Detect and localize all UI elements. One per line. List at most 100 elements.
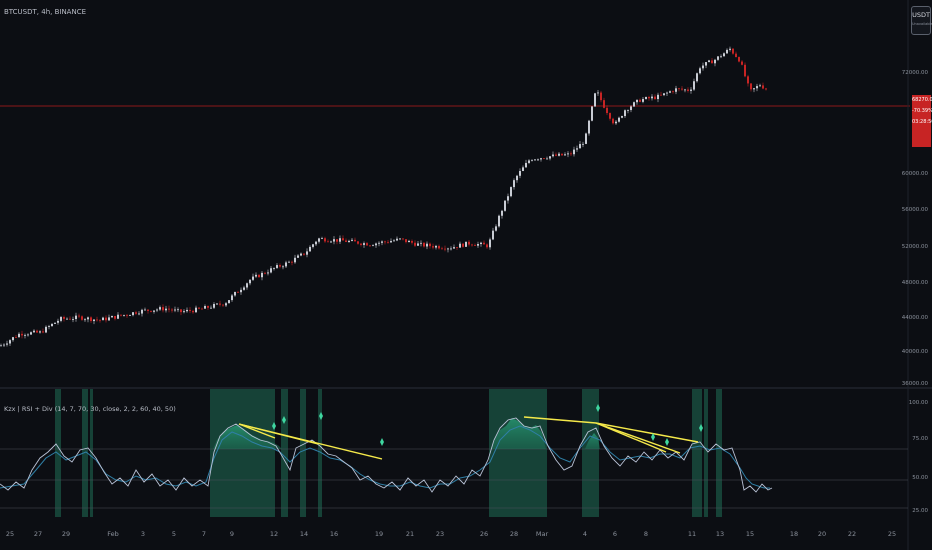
time-axis-label: 8	[643, 530, 649, 538]
candle-body	[600, 92, 602, 101]
candle-body	[156, 309, 158, 311]
rsi-line	[0, 417, 773, 493]
candle-body	[645, 96, 647, 100]
time-axis-label: 20	[817, 530, 827, 538]
candle-body	[564, 154, 566, 156]
trading-chart[interactable]	[0, 0, 932, 550]
time-axis-label: 7	[201, 530, 207, 538]
candle-body	[63, 317, 65, 319]
candle-body	[408, 240, 410, 243]
candle-body	[723, 53, 725, 57]
candle-body	[579, 144, 581, 149]
candle-body	[39, 331, 41, 333]
chart-title: BTCUSDT, 4h, BINANCE	[4, 8, 87, 16]
candle-body	[711, 60, 713, 64]
candle-body	[306, 251, 308, 255]
candle-body	[120, 314, 122, 316]
indicator-title[interactable]: Kzx | RSI + Div (14, 7, 70, 30, close, 2…	[4, 405, 176, 413]
candle-body	[621, 116, 623, 118]
candle-body	[30, 332, 32, 335]
candle-body	[234, 291, 236, 296]
candle-body	[87, 317, 89, 320]
currency-label: USDT	[912, 11, 930, 19]
candle-body	[294, 257, 296, 263]
candle-body	[330, 241, 332, 243]
time-axis-label: 6	[612, 530, 618, 538]
candle-body	[222, 304, 224, 306]
candle-body	[183, 311, 185, 313]
candle-body	[456, 247, 458, 248]
candle-body	[654, 96, 656, 100]
candle-body	[738, 57, 740, 62]
candle-body	[321, 238, 323, 240]
candle-body	[597, 92, 599, 94]
candle-body	[0, 345, 2, 347]
candle-body	[666, 92, 668, 94]
rsi-axis-label: 25.00	[912, 508, 928, 514]
candle-body	[318, 238, 320, 242]
candle-body	[531, 160, 533, 162]
candle-body	[552, 154, 554, 157]
currency-button[interactable]: USDT Unavailable	[911, 6, 932, 35]
candle-body	[96, 319, 98, 321]
candle-body	[114, 315, 116, 319]
time-axis-label: 21	[405, 530, 415, 538]
candle-body	[270, 268, 272, 273]
candle-body	[186, 309, 188, 312]
candle-body	[363, 243, 365, 245]
candle-body	[693, 81, 695, 90]
candle-body	[252, 276, 254, 280]
candle-body	[498, 215, 500, 227]
candle-body	[225, 303, 227, 306]
candle-body	[66, 318, 68, 320]
candle-body	[702, 65, 704, 69]
time-axis-label: 25	[887, 530, 897, 538]
candle-body	[753, 88, 755, 90]
candle-body	[609, 113, 611, 119]
candle-body	[504, 200, 506, 211]
candle-body	[576, 148, 578, 150]
candle-body	[705, 62, 707, 66]
candle-body	[417, 243, 419, 246]
candle-body	[441, 248, 443, 250]
candle-body	[573, 149, 575, 155]
candle-body	[258, 274, 260, 278]
candle-body	[78, 315, 80, 317]
time-axis-label: 28	[509, 530, 519, 538]
divergence-lines	[238, 416, 699, 460]
candle-body	[537, 159, 539, 161]
candle-body	[756, 86, 758, 89]
time-axis-label: 29	[61, 530, 71, 538]
candle-body	[687, 89, 689, 91]
candle-body	[309, 246, 311, 252]
candle-body	[312, 244, 314, 247]
candle-body	[630, 106, 632, 111]
candle-body	[507, 196, 509, 201]
candle-body	[420, 242, 422, 244]
candle-body	[189, 309, 191, 311]
candle-body	[345, 240, 347, 242]
candle-body	[165, 308, 167, 311]
candle-body	[561, 153, 563, 156]
candle-body	[291, 261, 293, 263]
candle-body	[558, 153, 560, 156]
candle-body	[393, 240, 395, 242]
candle-body	[447, 248, 449, 250]
candle-body	[720, 56, 722, 58]
candle-body	[591, 106, 593, 121]
current-price-tag: 68270.00 -70.39% 03:28:56	[912, 95, 932, 147]
candle-body	[429, 243, 431, 247]
candle-body	[741, 61, 743, 65]
candle-body	[639, 99, 641, 102]
candle-body	[273, 267, 275, 269]
candle-body	[471, 244, 473, 246]
price-axis-label: 44000.00	[901, 315, 928, 321]
candle-body	[246, 283, 248, 288]
candle-body	[24, 334, 26, 336]
candle-body	[267, 272, 269, 274]
candle-body	[612, 118, 614, 124]
candle-body	[366, 243, 368, 246]
candle-body	[129, 315, 131, 316]
candle-body	[726, 49, 728, 54]
rsi-axis-label: 100.00	[908, 400, 928, 406]
